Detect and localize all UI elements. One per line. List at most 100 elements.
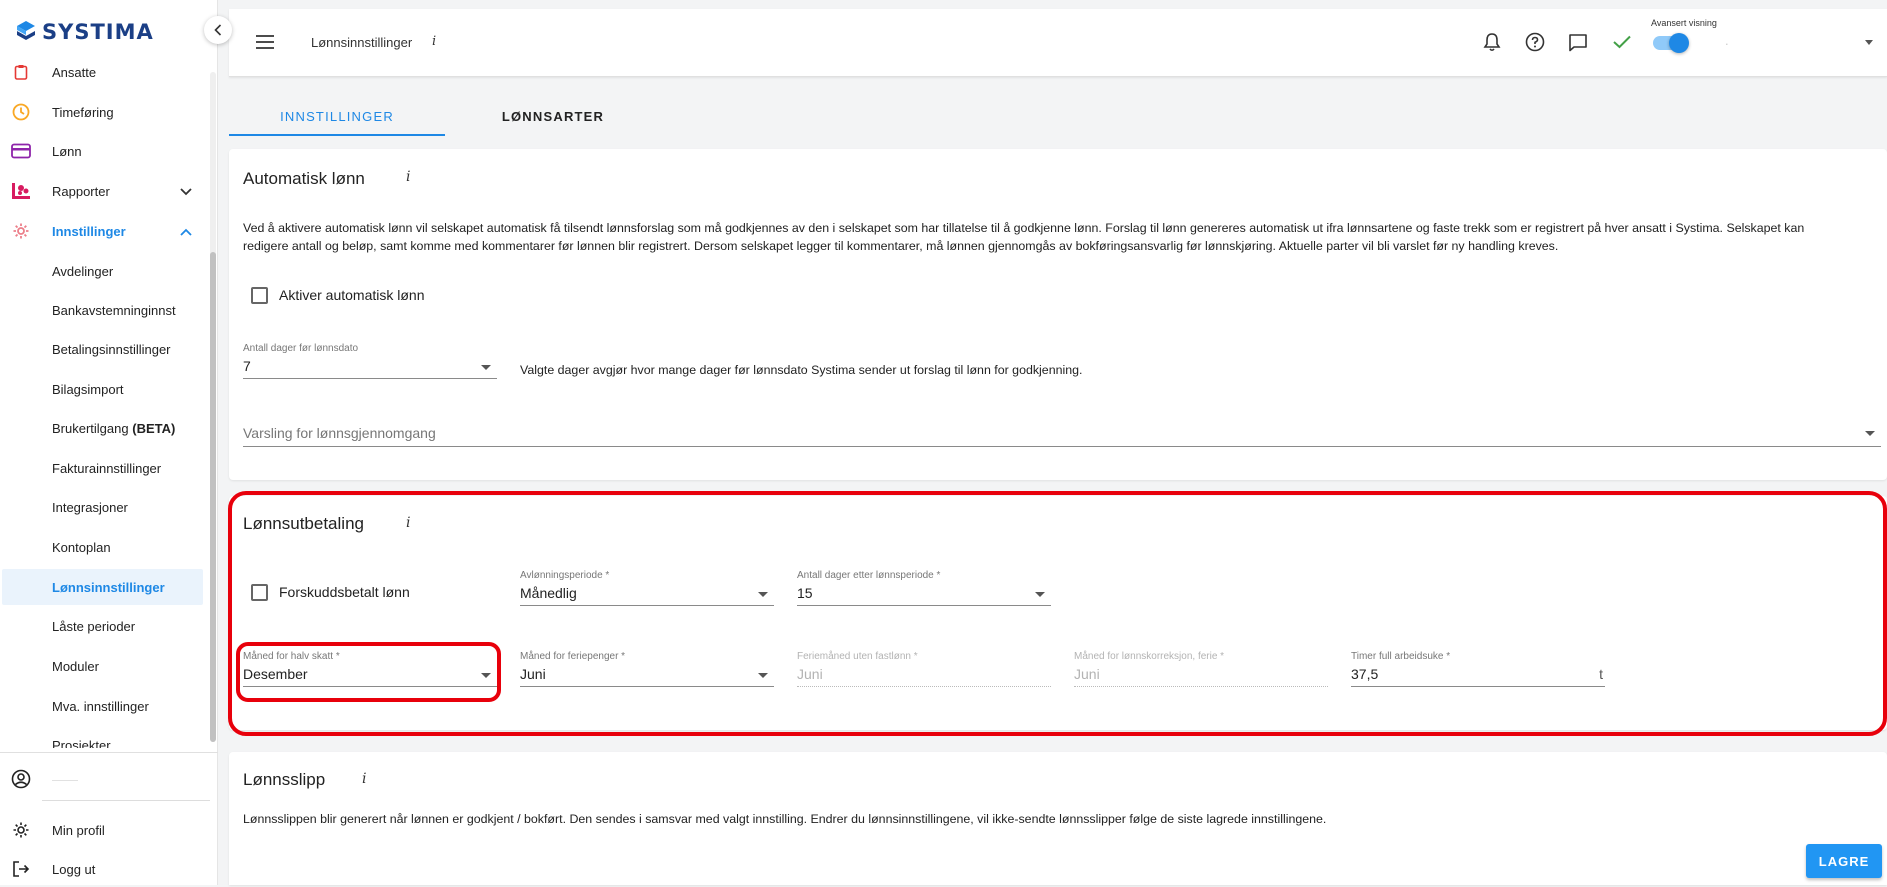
advanced-view-label: Avansert visning (1651, 18, 1717, 28)
sidebar-item-timeforing[interactable]: Timeføring (0, 94, 204, 130)
field-underline (243, 446, 1881, 447)
auto-salary-checkbox[interactable] (251, 287, 268, 304)
sidebar-subitem-kontoplan[interactable]: Kontoplan (0, 529, 204, 565)
sidebar-subitem-integrasjoner[interactable]: Integrasjoner (0, 489, 204, 525)
sidebar-item-label: Ansatte (52, 64, 97, 80)
sidebar-subitem-avdelinger[interactable]: Avdelinger (0, 253, 204, 289)
payslip-info-icon[interactable]: i (362, 771, 366, 787)
toggle-knob (1669, 33, 1689, 53)
sidebar-item-lonn[interactable]: Lønn (0, 133, 204, 169)
sidebar-subitem-label: Lønnsinnstillinger (52, 579, 165, 595)
company-selector-value[interactable]: . (1725, 33, 1729, 48)
brand-name: SYSTIMA (42, 20, 154, 44)
sidebar-item-label: Innstillinger (52, 223, 126, 239)
chevron-up-icon (180, 224, 192, 239)
auto-salary-description-line1: Ved å aktivere automatisk lønn vil selsk… (243, 221, 1805, 235)
sidebar-item-label: Timeføring (52, 104, 114, 120)
systima-logo[interactable]: SYSTIMA (16, 20, 154, 44)
notification-select[interactable]: Varsling for lønnsgjennomgang (243, 421, 1881, 447)
auto-salary-title: Automatisk lønn (243, 169, 365, 188)
sidebar-subitem-label: Bilagsimport (52, 381, 124, 397)
settings-tabs: INNSTILLINGER LØNNSARTER (229, 96, 1887, 136)
page-info-icon[interactable]: i (432, 34, 436, 49)
chevron-left-icon (214, 24, 222, 36)
sidebar-nav: Ansatte Timeføring Lønn Rapporter Innsti… (0, 60, 208, 748)
credit-card-icon (11, 141, 31, 161)
systima-logo-icon (17, 21, 35, 40)
payslip-card: Lønnsslipp i Lønnsslippen blir generert … (229, 752, 1887, 885)
help-icon[interactable] (1525, 32, 1545, 57)
dropdown-arrow-icon (1865, 431, 1875, 436)
sidebar-subitem-brukertilgang[interactable]: Brukertilgang (BETA) (0, 410, 204, 446)
dropdown-arrow-icon (481, 365, 491, 370)
chat-icon[interactable] (1568, 33, 1588, 57)
check-icon[interactable] (1613, 35, 1631, 54)
save-button[interactable]: LAGRE (1806, 844, 1882, 878)
page-title: Lønnsinnstillinger (311, 35, 413, 50)
active-tab-indicator (229, 134, 445, 136)
tab-innstillinger[interactable]: INNSTILLINGER (229, 96, 445, 136)
clipboard-icon (11, 62, 31, 82)
auto-salary-info-icon[interactable]: i (406, 169, 410, 185)
sidebar-bottom-divider (0, 752, 218, 753)
account-circle-icon (11, 769, 31, 789)
notification-placeholder: Varsling for lønnsgjennomgang (243, 425, 436, 441)
sidebar-item-min-profil[interactable]: Min profil (0, 812, 204, 848)
settings-gear-icon (11, 820, 31, 840)
days-before-label: Antall dager før lønnsdato (243, 343, 359, 354)
chevron-down-icon (180, 184, 192, 199)
sidebar-subitem-label: Integrasjoner (52, 499, 128, 515)
sidebar-subitem-mva-innstillinger[interactable]: Mva. innstillinger (0, 688, 204, 724)
sidebar-item-rapporter[interactable]: Rapporter (0, 173, 204, 209)
half-tax-field-highlight (236, 642, 501, 702)
company-selector-arrow-icon[interactable] (1865, 40, 1873, 45)
bell-icon[interactable] (1483, 32, 1501, 57)
tab-label: LØNNSARTER (501, 108, 605, 124)
sidebar-subitem-laste-perioder[interactable]: Låste perioder (0, 608, 204, 644)
sidebar-item-label: Logg ut (52, 861, 96, 877)
field-underline (243, 378, 497, 379)
collapse-sidebar-button[interactable] (204, 16, 232, 44)
sidebar-subitem-label: Bankavstemninginnst (52, 302, 176, 318)
sidebar-subitem-lonnsinnstillinger[interactable]: Lønnsinnstillinger (2, 569, 203, 605)
sidebar-subitem-label: Kontoplan (52, 539, 111, 555)
user-name: —— (52, 771, 78, 787)
days-before-select[interactable]: Antall dager før lønnsdato 7 (243, 343, 497, 379)
auto-salary-card: Automatisk lønn i Ved å aktivere automat… (229, 149, 1887, 480)
sidebar-subitem-bilagsimport[interactable]: Bilagsimport (0, 371, 204, 407)
sidebar-user[interactable]: —— (0, 761, 204, 797)
days-before-value: 7 (243, 358, 251, 374)
sidebar-subitem-label: Låste perioder (52, 618, 136, 634)
sidebar-user-divider (42, 800, 210, 801)
gear-icon (11, 221, 31, 241)
brukertilgang-label: Brukertilgang (52, 420, 129, 436)
sidebar-subitem-bankavstemning[interactable]: Bankavstemninginnst (0, 292, 204, 328)
sidebar-subitem-betalingsinnstillinger[interactable]: Betalingsinnstillinger (0, 331, 204, 367)
sidebar-subitem-label: Mva. innstillinger (52, 698, 149, 714)
tab-lonnsarter[interactable]: LØNNSARTER (445, 96, 661, 136)
sidebar-subitem-prosjekter[interactable]: Prosjekter (0, 727, 204, 749)
days-before-help: Valgte dager avgjør hvor mange dager før… (520, 363, 1083, 377)
sidebar-item-label: Lønn (52, 143, 82, 159)
menu-icon[interactable] (256, 35, 274, 54)
tab-label: INNSTILLINGER (280, 108, 394, 124)
sidebar-item-innstillinger[interactable]: Innstillinger (0, 213, 204, 249)
sidebar-subitem-moduler[interactable]: Moduler (0, 648, 204, 684)
top-app-bar: Lønnsinnstillinger i Avansert visning . (229, 9, 1887, 77)
beta-badge: (BETA) (132, 420, 176, 436)
sidebar-item-ansatte[interactable]: Ansatte (0, 60, 204, 90)
sidebar-item-logg-ut[interactable]: Logg ut (0, 851, 204, 887)
advanced-view-toggle[interactable] (1653, 33, 1689, 53)
sidebar-subitem-fakturainnstillinger[interactable]: Fakturainnstillinger (0, 450, 204, 486)
payslip-title: Lønnsslipp (243, 770, 326, 789)
sidebar: SYSTIMA Ansatte Timeføring Lønn Rapporte… (0, 0, 218, 885)
sidebar-subitem-label: Prosjekter (52, 737, 111, 749)
sidebar-item-label: Min profil (52, 822, 105, 838)
sidebar-subitem-label: Brukertilgang (BETA) (52, 421, 175, 436)
payslip-description: Lønnsslippen blir generert når lønnen er… (243, 812, 1327, 826)
auto-salary-checkbox-label: Aktiver automatisk lønn (279, 287, 425, 303)
sidebar-scrollbar-thumb[interactable] (210, 252, 216, 742)
sidebar-subitem-label: Betalingsinnstillinger (52, 341, 171, 357)
sidebar-subitem-label: Moduler (52, 658, 99, 674)
auto-salary-description: Ved å aktivere automatisk lønn vil selsk… (243, 219, 1883, 255)
